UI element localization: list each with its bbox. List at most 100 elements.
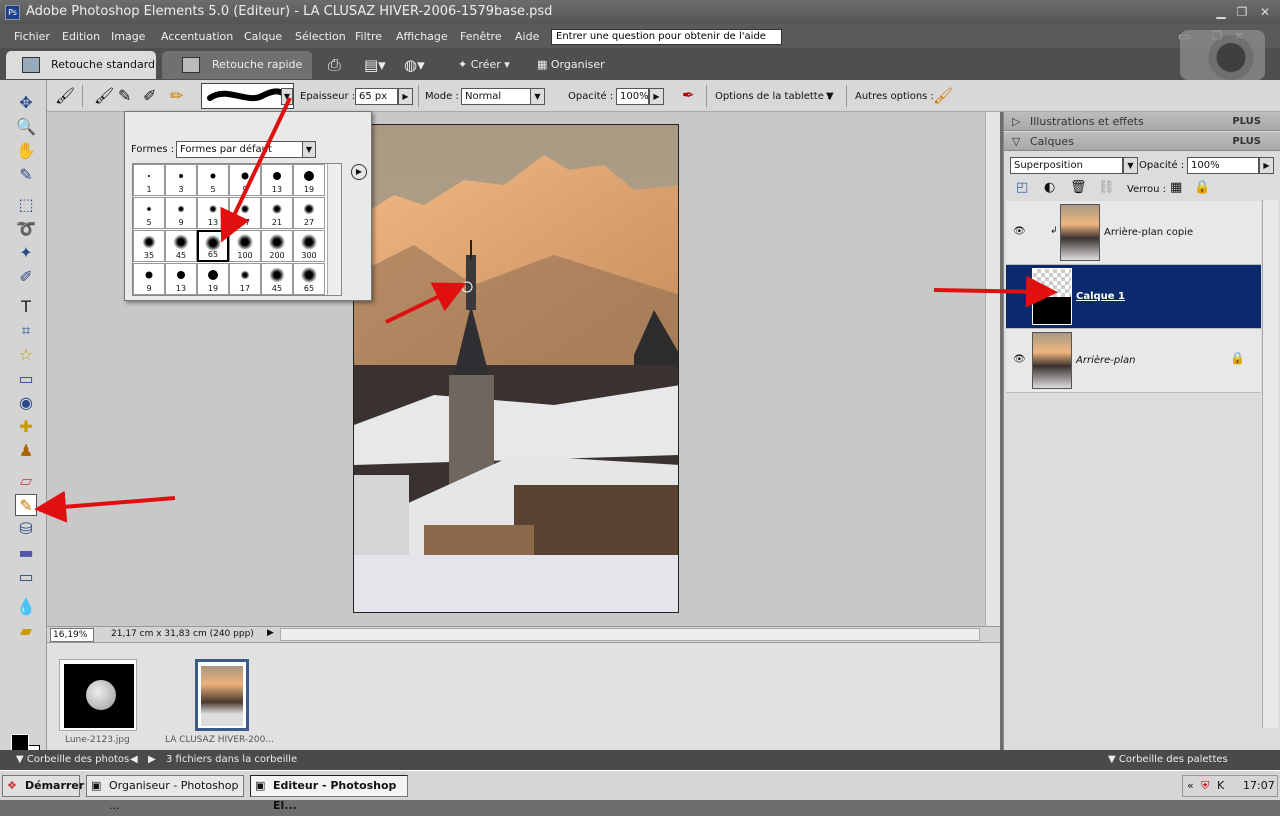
airbrush-icon[interactable]: ✒ — [682, 86, 695, 104]
tab-standard-edit[interactable]: Retouche standard — [6, 51, 156, 79]
paint-bucket-tool-icon[interactable]: ⛁ — [15, 518, 37, 540]
brush-preset[interactable]: 13 — [261, 164, 293, 196]
start-button[interactable]: ❖ Démarrer — [2, 775, 84, 797]
brush-preset[interactable]: 27 — [293, 197, 325, 229]
menu-accentuation[interactable]: Accentuation — [161, 30, 233, 43]
layer-row[interactable]: 👁 ↲ Arrière-plan copie — [1006, 201, 1261, 265]
palette-bin-toggle[interactable]: ▼ Corbeille des palettes — [1108, 750, 1228, 770]
layers-palette-header[interactable]: ▽ Calques PLUS — [1004, 132, 1280, 151]
brush-picker-dropdown[interactable]: ▼ — [281, 88, 293, 105]
gradient-tool-icon[interactable]: ▬ — [15, 542, 37, 564]
visibility-eye-icon[interactable]: 👁 — [1013, 354, 1026, 365]
eraser-tool-icon[interactable]: ▱ — [15, 470, 37, 492]
tablet-options-dropdown[interactable]: ▼ — [826, 91, 834, 102]
eyedropper-tool-icon[interactable]: ✎ — [15, 164, 37, 186]
menu-fichier[interactable]: Fichier — [14, 30, 50, 43]
create-button[interactable]: ✦ Créer ▾ — [458, 56, 510, 74]
brush-preset[interactable]: 35 — [133, 230, 165, 262]
menu-fenetre[interactable]: Fenêtre — [460, 30, 502, 43]
healing-brush-tool-icon[interactable]: ✚ — [15, 416, 37, 438]
straighten-tool-icon[interactable]: ▭ — [15, 368, 37, 390]
brush-preset[interactable]: 21 — [261, 197, 293, 229]
brush-preset[interactable]: 5 — [133, 197, 165, 229]
size-field[interactable]: 65 px — [355, 88, 398, 105]
photo-bin-toggle[interactable]: ▼ Corbeille des photos — [16, 750, 129, 770]
brush-preset[interactable]: 45 — [165, 230, 197, 262]
tray-expand-icon[interactable]: « — [1187, 776, 1194, 796]
layer-opacity-slider[interactable]: ▶ — [1259, 157, 1274, 174]
opacity-field[interactable]: 100% — [616, 88, 649, 105]
brush-set-select[interactable]: Formes par défaut — [176, 141, 304, 158]
menu-selection[interactable]: Sélection — [295, 30, 346, 43]
layers-more-button[interactable]: PLUS — [1232, 132, 1261, 151]
effects-palette-header[interactable]: ▷ Illustrations et effets PLUS — [1004, 112, 1280, 131]
shape-tool-icon[interactable]: ☆ — [15, 344, 37, 366]
menu-image[interactable]: Image — [111, 30, 145, 43]
brush-preset[interactable]: 17 — [229, 197, 261, 229]
brush-tool-icon[interactable]: 🖌 — [94, 86, 114, 105]
share-icon[interactable]: ▤▾ — [364, 56, 386, 74]
link-layers-icon[interactable]: ⛓ — [1098, 180, 1115, 195]
brush-grid-scrollbar[interactable] — [327, 164, 341, 295]
layers-scrollbar[interactable] — [1262, 200, 1278, 728]
brush-preset[interactable]: 200 — [261, 230, 293, 262]
layer-row[interactable]: 👁 Arrière-plan 🔒 — [1006, 329, 1261, 393]
lasso-tool-icon[interactable]: ➰ — [15, 218, 37, 240]
custom-shape-tool-icon[interactable]: ▭ — [15, 566, 37, 588]
effects-more-button[interactable]: PLUS — [1232, 112, 1261, 131]
bin-thumbnail-clusaz[interactable] — [195, 659, 249, 731]
sponge-tool-icon[interactable]: ▰ — [15, 620, 37, 642]
red-eye-tool-icon[interactable]: ◉ — [15, 392, 37, 414]
tab-quick-fix[interactable]: Retouche rapide — [162, 51, 312, 79]
blend-mode-select[interactable]: Superposition — [1010, 157, 1123, 174]
color-replace-icon[interactable]: ✐ — [143, 86, 156, 105]
layer-row-selected[interactable]: Calque 1 — [1006, 265, 1261, 329]
brush-preset[interactable]: 3 — [165, 164, 197, 196]
menu-filtre[interactable]: Filtre — [355, 30, 382, 43]
k-tray-icon[interactable]: K — [1217, 776, 1224, 796]
menu-edition[interactable]: Edition — [62, 30, 100, 43]
brush-preset[interactable]: 45 — [261, 263, 293, 295]
web-icon[interactable]: ◍▾ — [404, 56, 425, 74]
maximize-button[interactable]: ❐ — [1233, 4, 1251, 20]
document-image[interactable] — [353, 124, 679, 613]
brush-preset[interactable]: 9 — [133, 263, 165, 295]
bin-thumbnail-moon[interactable] — [59, 659, 137, 731]
crop-tool-icon[interactable]: ⌗ — [15, 320, 37, 342]
doc-info-menu-button[interactable]: ▶ — [267, 628, 274, 638]
brush-set-dropdown[interactable]: ▼ — [302, 141, 316, 158]
type-tool-icon[interactable]: T — [15, 296, 37, 318]
brush-preset[interactable]: 19 — [293, 164, 325, 196]
mode-dropdown[interactable]: ▼ — [530, 88, 545, 105]
brush-preset[interactable]: 13 — [197, 197, 229, 229]
brush-preset[interactable]: 65 — [293, 263, 325, 295]
size-slider-button[interactable]: ▶ — [398, 88, 413, 105]
marquee-tool-icon[interactable]: ⬚ — [15, 194, 37, 216]
bin-next-button[interactable]: ▶ — [148, 750, 156, 770]
magic-wand-tool-icon[interactable]: ✦ — [15, 242, 37, 264]
adjustment-layer-icon[interactable]: ◐ — [1044, 180, 1055, 195]
new-layer-icon[interactable]: ◰ — [1016, 180, 1028, 195]
zoom-tool-icon[interactable]: 🔍 — [15, 116, 37, 138]
more-options-brush-icon[interactable]: 🖌 — [933, 86, 953, 105]
hand-tool-icon[interactable]: ✋ — [15, 140, 37, 162]
brush-preset[interactable]: 9 — [229, 164, 261, 196]
organize-button[interactable]: ▦ Organiser — [537, 56, 605, 74]
taskbar-editor[interactable]: ▣ Editeur - Photoshop El... — [250, 775, 408, 812]
brush-menu-button[interactable]: ▶ — [351, 164, 367, 180]
zoom-field[interactable]: 16,19% — [50, 628, 94, 642]
layer-opacity-field[interactable]: 100% — [1187, 157, 1259, 174]
brush-preset[interactable]: 13 — [165, 263, 197, 295]
security-shield-icon[interactable]: ⛨ — [1201, 776, 1209, 796]
canvas-horizontal-scrollbar[interactable] — [280, 628, 980, 641]
lock-all-icon[interactable]: 🔒 — [1194, 180, 1210, 195]
print-icon[interactable]: ⎙ — [328, 56, 341, 74]
canvas-vertical-scrollbar[interactable] — [985, 112, 1000, 626]
menu-calque[interactable]: Calque — [244, 30, 282, 43]
blend-mode-dropdown[interactable]: ▼ — [1123, 157, 1138, 174]
bin-prev-button[interactable]: ◀ — [130, 750, 138, 770]
help-search-input[interactable]: Entrer une question pour obtenir de l'ai… — [551, 29, 782, 45]
brush-tool-icon[interactable]: ✎ — [15, 494, 37, 516]
delete-layer-icon[interactable]: 🗑 — [1070, 180, 1087, 195]
taskbar-organizer[interactable]: ▣ Organiseur - Photoshop ... — [86, 775, 244, 812]
